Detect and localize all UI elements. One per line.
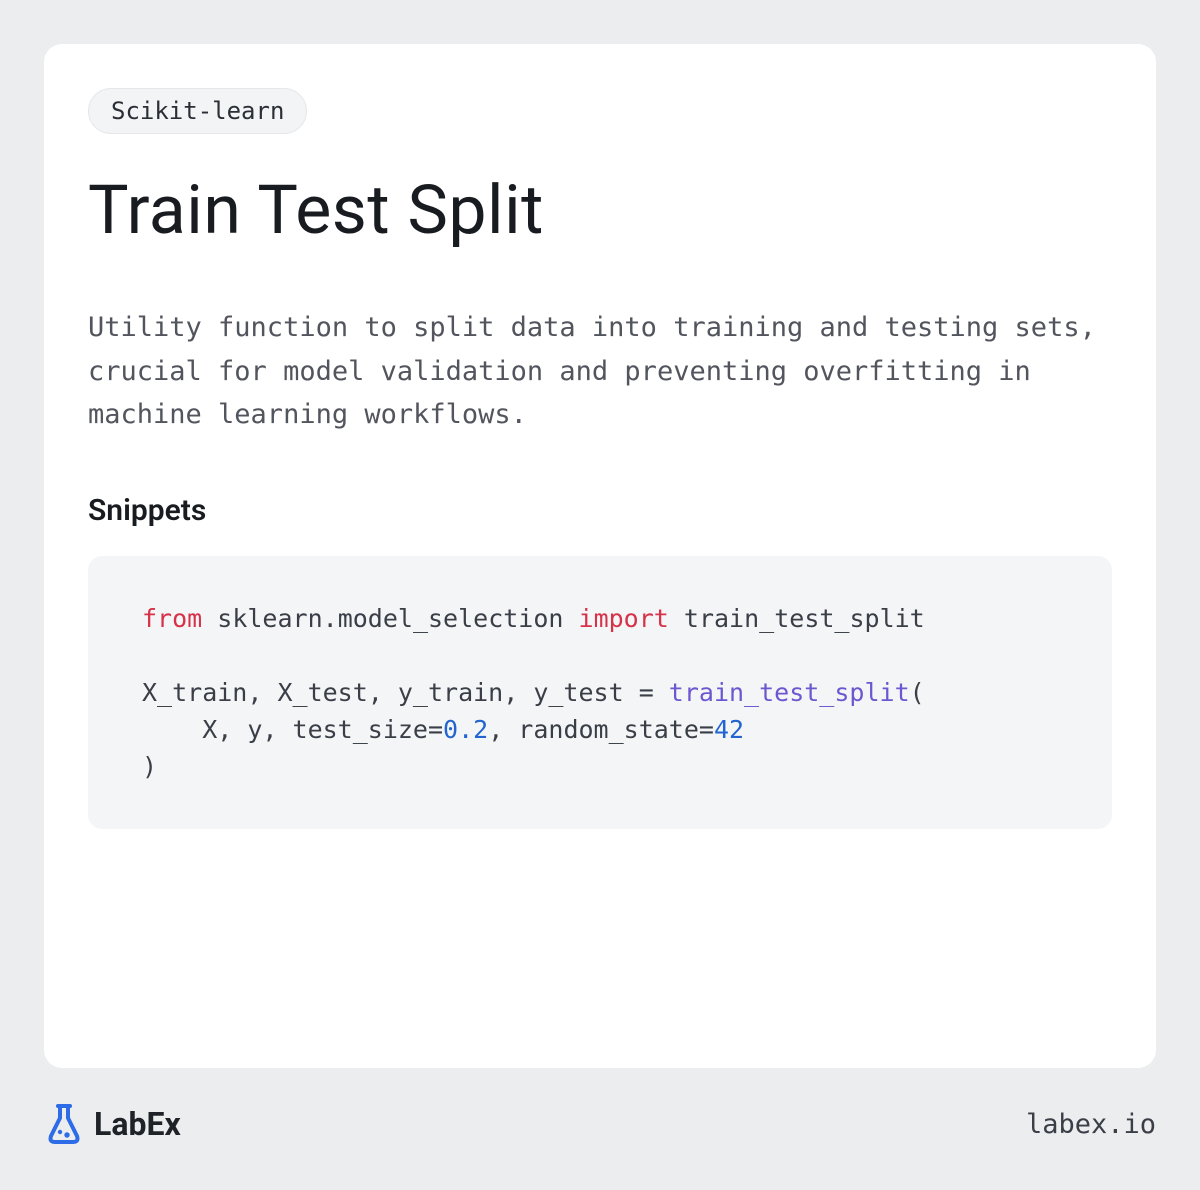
snippets-heading: Snippets (88, 493, 1112, 528)
code-test-size: 0.2 (443, 715, 488, 744)
page-title: Train Test Split (88, 170, 1112, 250)
code-mid: , random_state= (488, 715, 714, 744)
flask-icon (44, 1102, 84, 1146)
code-import-name: train_test_split (684, 604, 925, 633)
keyword-from: from (142, 604, 202, 633)
category-tag: Scikit-learn (88, 88, 307, 134)
code-snippet: from sklearn.model_selection import trai… (88, 556, 1112, 829)
code-assign: X_train, X_test, y_train, y_test = (142, 678, 669, 707)
code-func: train_test_split (669, 678, 910, 707)
site-url: labex.io (1026, 1109, 1156, 1140)
description-text: Utility function to split data into trai… (88, 306, 1112, 437)
code-open: ( (910, 678, 925, 707)
content-card: Scikit-learn Train Test Split Utility fu… (44, 44, 1156, 1068)
code-random-state: 42 (714, 715, 744, 744)
code-module: sklearn.model_selection (217, 604, 563, 633)
keyword-import: import (579, 604, 669, 633)
logo-text: LabEx (94, 1105, 181, 1143)
code-close: ) (142, 752, 157, 781)
code-args: X, y, test_size= (142, 715, 443, 744)
footer: LabEx labex.io (44, 1068, 1156, 1146)
logo: LabEx (44, 1102, 181, 1146)
